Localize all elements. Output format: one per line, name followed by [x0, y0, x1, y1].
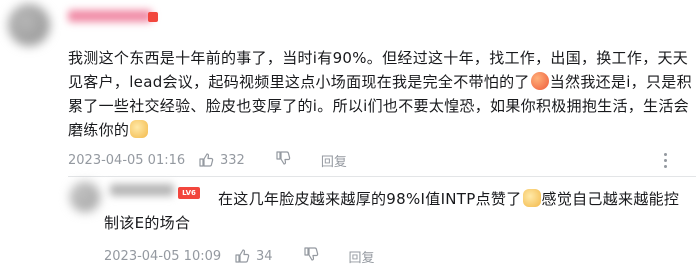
dog-emoji-icon	[130, 120, 149, 138]
reply-like-button[interactable]: 34	[234, 248, 303, 264]
reply-button[interactable]: 回复	[321, 151, 347, 170]
comment-text: 我测这个东西是十年前的事了，当时i有90%。但经过这十年，找工作，出国，换工作，…	[68, 46, 692, 142]
thumbs-up-icon	[199, 153, 214, 167]
reply-dislike-button[interactable]	[303, 246, 319, 266]
divider	[68, 176, 696, 177]
laughing-emoji-icon	[530, 72, 549, 90]
dislike-button[interactable]	[275, 150, 291, 170]
like-count: 332	[220, 152, 245, 168]
commenter-username-blurred[interactable]	[68, 10, 152, 22]
dog-emoji-icon	[522, 189, 541, 207]
comment-date: 2023-04-05 01:16	[68, 152, 186, 168]
thumbs-down-icon	[276, 151, 291, 165]
reply-text-part1: 在这几年脸皮越来越厚的98%I值INTP点赞了	[218, 190, 522, 208]
reply-date: 2023-04-05 10:09	[104, 248, 222, 264]
reply-like-count: 34	[256, 248, 273, 264]
thumbs-up-icon	[235, 249, 250, 263]
more-options-icon[interactable]	[664, 153, 668, 171]
commenter-avatar[interactable]	[8, 4, 50, 46]
reply-meta: 2023-04-05 10:09 34 回复	[104, 246, 375, 266]
replier-avatar[interactable]	[70, 182, 100, 212]
thumbs-down-icon	[303, 247, 318, 261]
comment-meta: 2023-04-05 01:16 332 回复	[68, 150, 347, 170]
level-badge	[148, 12, 158, 22]
like-button[interactable]: 332	[198, 152, 275, 168]
reply-text: 在这几年脸皮越来越厚的98%I值INTP点赞了 感觉自己越来越能控制该E的场合	[104, 187, 684, 235]
reply-reply-button[interactable]: 回复	[349, 247, 375, 266]
